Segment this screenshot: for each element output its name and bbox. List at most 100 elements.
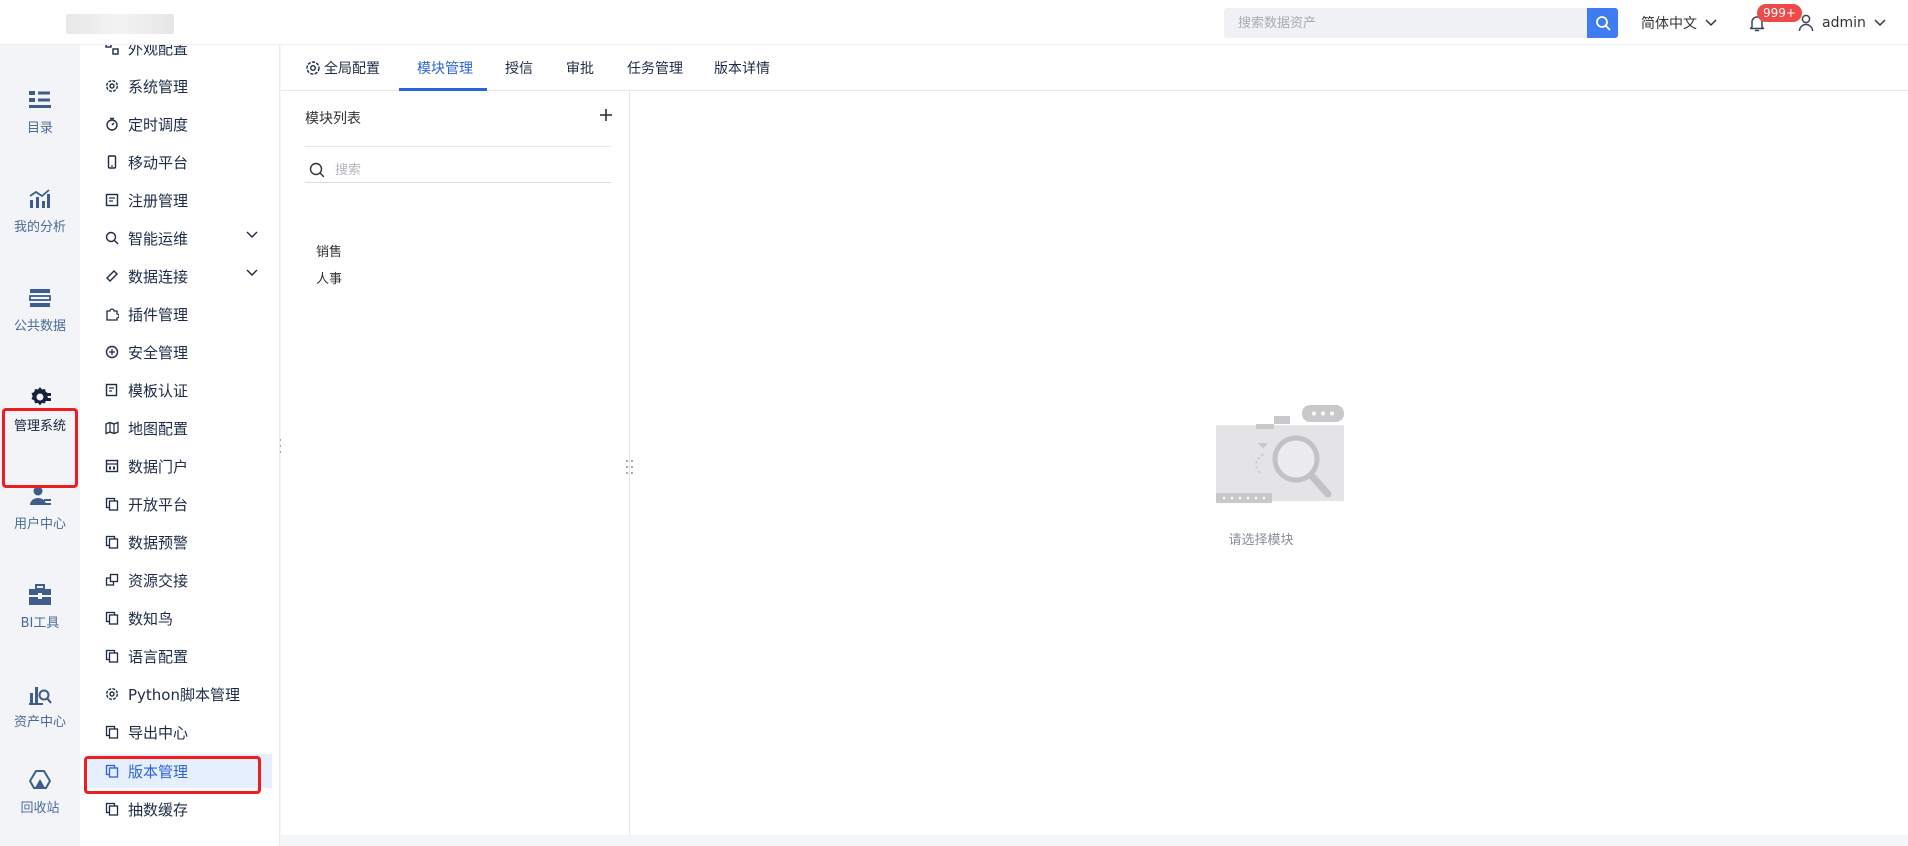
menu-item-data-alert[interactable]: 数据预警	[88, 525, 272, 559]
copy-icon	[104, 763, 120, 779]
rail-label: 资产中心	[13, 714, 66, 730]
rail-item-user-center[interactable]: 用户中心	[0, 468, 80, 548]
menu-item-plugins[interactable]: 插件管理	[88, 297, 272, 331]
menu-item-label: Python脚本管理	[128, 685, 240, 704]
primary-nav-rail: 目录 我的分析 公共数据 管理系统 用户中心 BI工具 资产中心 回收站	[0, 45, 80, 846]
menu-item-schedule[interactable]: 定时调度	[88, 107, 272, 141]
tab-label: 授信	[505, 61, 533, 77]
appearance-icon	[104, 45, 120, 56]
search-icon	[1595, 16, 1610, 31]
menu-item-template-cert[interactable]: 模板认证	[88, 373, 272, 407]
rail-label: BI工具	[20, 615, 60, 631]
gear-icon	[31, 386, 51, 405]
menu-item-appearance[interactable]: 外观配置	[88, 45, 272, 65]
menu-item-export-center[interactable]: 导出中心	[88, 715, 272, 749]
rail-label: 目录	[26, 120, 53, 136]
rail-item-my-analysis[interactable]: 我的分析	[0, 171, 80, 251]
user-menu[interactable]: admin	[1798, 12, 1886, 34]
module-search-input[interactable]	[335, 157, 605, 183]
rail-label: 我的分析	[13, 219, 66, 235]
menu-item-label: 系统管理	[128, 77, 189, 96]
rail-label: 公共数据	[13, 318, 66, 334]
admin-submenu: 外观配置 系统管理 定时调度 移动平台 注册管理 智能运维 数据连接 插件管理 …	[80, 45, 280, 846]
menu-item-label: 模板认证	[128, 381, 189, 400]
menu-item-extract-cache[interactable]: 抽数缓存	[88, 792, 272, 826]
language-label: 简体中文	[1641, 16, 1697, 32]
user-center-icon	[30, 486, 51, 505]
empty-state-text: 请选择模块	[1228, 533, 1294, 548]
menu-item-label: 移动平台	[128, 153, 189, 172]
menu-item-system[interactable]: 系统管理	[88, 69, 272, 103]
module-list-panel: 模块列表 销售 人事	[281, 91, 630, 843]
module-search	[305, 157, 611, 183]
public-data-icon	[29, 288, 51, 307]
analysis-icon	[29, 188, 50, 208]
module-list-item[interactable]: 人事	[316, 268, 342, 287]
menu-item-data-connection[interactable]: 数据连接	[88, 259, 272, 293]
add-module-button[interactable]	[599, 108, 613, 122]
gear-icon	[306, 61, 320, 75]
menu-item-label: 外观配置	[128, 45, 189, 58]
tab-label: 全局配置	[324, 61, 380, 77]
rail-item-recycle-bin[interactable]: 回收站	[0, 752, 80, 832]
rail-item-bi-tools[interactable]: BI工具	[0, 567, 80, 647]
chevron-down-icon	[246, 231, 258, 238]
bottom-gutter	[281, 835, 1908, 846]
notification-badge: 999+	[1757, 4, 1802, 22]
main-content: 全局配置 模块管理 授信 审批 任务管理 版本详情 模块列表 销售 人事	[281, 45, 1908, 846]
menu-item-data-portal[interactable]: 数据门户	[88, 449, 272, 483]
menu-item-python-scripts[interactable]: Python脚本管理	[88, 677, 272, 711]
tab-bar: 全局配置 模块管理 授信 审批 任务管理 版本详情	[281, 45, 1908, 91]
menu-item-map-config[interactable]: 地图配置	[88, 411, 272, 445]
language-selector[interactable]: 简体中文	[1641, 13, 1717, 33]
menu-item-resource-handover[interactable]: 资源交接	[88, 563, 272, 597]
tab-module-management[interactable]: 模块管理	[417, 45, 473, 91]
rail-item-admin-system[interactable]: 管理系统	[0, 369, 80, 449]
shield-icon	[104, 344, 120, 360]
global-search-input[interactable]	[1224, 8, 1588, 38]
divider	[305, 146, 611, 147]
module-list-title: 模块列表	[305, 111, 361, 127]
rail-item-catalog[interactable]: 目录	[0, 72, 80, 152]
menu-item-label: 地图配置	[128, 419, 189, 438]
menu-item-open-platform[interactable]: 开放平台	[88, 487, 272, 521]
tab-task-management[interactable]: 任务管理	[627, 45, 683, 91]
menu-item-label: 注册管理	[128, 191, 189, 210]
top-header: 简体中文 999+ admin	[0, 0, 1908, 45]
rail-item-public-data[interactable]: 公共数据	[0, 270, 80, 350]
toolbox-icon	[29, 583, 51, 605]
gear-icon	[104, 78, 120, 94]
menu-item-language-config[interactable]: 语言配置	[88, 639, 272, 673]
global-search	[1224, 8, 1618, 38]
module-detail-panel: 请选择模块	[631, 91, 1891, 843]
map-icon	[104, 420, 120, 436]
menu-item-label: 资源交接	[128, 571, 189, 590]
menu-item-smart-ops[interactable]: 智能运维	[88, 221, 272, 255]
rail-item-asset-center[interactable]: 资产中心	[0, 666, 80, 746]
catalog-icon	[29, 90, 51, 108]
gear-icon	[104, 686, 120, 702]
menu-item-shuzhiniao[interactable]: 数知鸟	[88, 601, 272, 635]
app-logo[interactable]	[66, 14, 174, 34]
menu-item-mobile[interactable]: 移动平台	[88, 145, 272, 179]
copy-icon	[104, 496, 120, 512]
tab-version-details[interactable]: 版本详情	[714, 45, 770, 91]
tab-approval[interactable]: 审批	[566, 45, 594, 91]
tab-label: 模块管理	[417, 61, 473, 77]
menu-item-security[interactable]: 安全管理	[88, 335, 272, 369]
puzzle-icon	[104, 306, 120, 322]
menu-item-version-management[interactable]: 版本管理	[88, 754, 272, 788]
tab-credit[interactable]: 授信	[505, 45, 533, 91]
ops-icon	[104, 230, 120, 246]
tab-label: 版本详情	[714, 61, 770, 77]
tab-global-config[interactable]: 全局配置	[305, 45, 380, 91]
search-button[interactable]	[1587, 8, 1618, 38]
asset-icon	[29, 686, 52, 705]
module-list-item[interactable]: 销售	[316, 241, 342, 260]
menu-item-label: 数据连接	[128, 267, 189, 286]
tab-label: 审批	[566, 61, 594, 77]
username: admin	[1822, 15, 1866, 31]
link-icon	[104, 268, 120, 284]
user-icon	[1798, 14, 1814, 32]
menu-item-registration[interactable]: 注册管理	[88, 183, 272, 217]
